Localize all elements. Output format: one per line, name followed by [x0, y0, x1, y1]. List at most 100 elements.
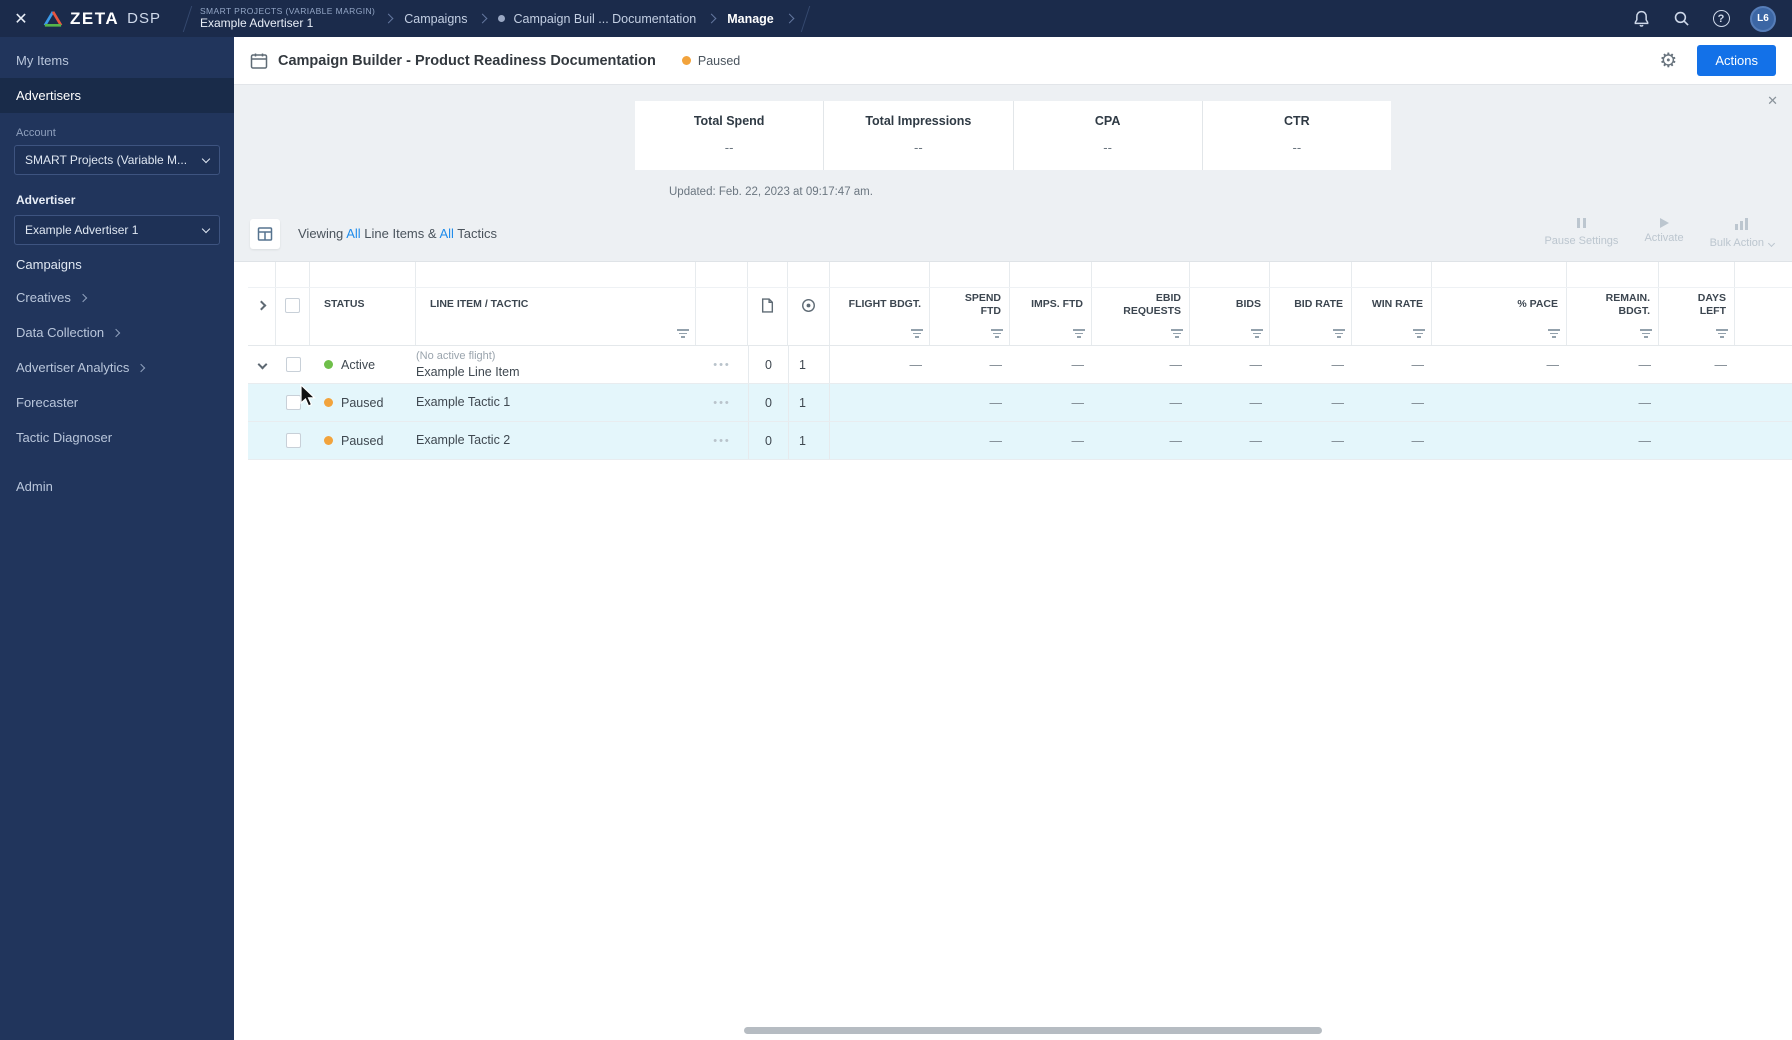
- tactic-name-cell[interactable]: Example Tactic 1: [416, 384, 696, 421]
- bulk-toolbar-actions: Pause Settings Activate Bulk Action: [1544, 218, 1776, 249]
- all-line-items-link[interactable]: All: [346, 226, 360, 241]
- sidebar-item-data-collection[interactable]: Data Collection: [0, 315, 234, 350]
- header-spend-ftd[interactable]: SPEND FTD: [930, 288, 1010, 322]
- breadcrumb-divider: [182, 5, 193, 32]
- zeta-logo[interactable]: ZETA DSP: [42, 9, 175, 29]
- filter-bid-rate[interactable]: [1270, 322, 1352, 345]
- advertiser-select[interactable]: Example Advertiser 1: [14, 215, 220, 245]
- header-bids[interactable]: BIDS: [1190, 288, 1270, 322]
- brand-name: ZETA: [70, 8, 120, 28]
- sidebar-item-campaigns[interactable]: Campaigns: [0, 245, 234, 280]
- sidebar: My Items Advertisers Account SMART Proje…: [0, 37, 234, 1040]
- horizontal-scrollbar[interactable]: [744, 1027, 1322, 1034]
- chevron-down-icon: [201, 154, 211, 163]
- header-line-item-tactic[interactable]: LINE ITEM / TACTIC: [416, 288, 696, 322]
- cell-win-rate: —: [1411, 433, 1425, 448]
- header-row-menu: [696, 288, 748, 322]
- brand-suffix: DSP: [127, 10, 161, 27]
- row-checkbox[interactable]: [276, 346, 310, 383]
- creatives-count-icon[interactable]: [748, 288, 788, 322]
- checkbox-icon: [285, 297, 300, 313]
- line-item-name-cell[interactable]: (No active flight) Example Line Item: [416, 346, 696, 383]
- breadcrumb-account[interactable]: SMART PROJECTS (VARIABLE MARGIN) Example…: [200, 6, 375, 32]
- campaign-status-badge: Paused: [681, 53, 741, 68]
- filter-win-rate[interactable]: [1352, 322, 1432, 345]
- header-bid-rate[interactable]: BID RATE: [1270, 288, 1352, 322]
- header-flight-budget[interactable]: FLIGHT BDGT.: [830, 288, 930, 322]
- filter-imps-ftd[interactable]: [1010, 322, 1092, 345]
- sidebar-item-advertisers[interactable]: Advertisers: [0, 78, 234, 113]
- breadcrumb-advertiser-label: Example Advertiser 1: [199, 16, 314, 31]
- notifications-bell-icon[interactable]: [1630, 8, 1652, 30]
- sidebar-item-creatives[interactable]: Creatives: [0, 280, 234, 315]
- row-checkbox[interactable]: [276, 384, 310, 421]
- cell-ebid-requests: —: [1169, 395, 1183, 410]
- targeting-count[interactable]: 1: [788, 384, 830, 421]
- pause-settings-button[interactable]: Pause Settings: [1544, 218, 1618, 249]
- breadcrumb-campaigns[interactable]: Campaigns: [404, 12, 467, 26]
- row-checkbox[interactable]: [276, 422, 310, 459]
- breadcrumb-campaign[interactable]: Campaign Buil ... Documentation: [498, 12, 696, 26]
- cell-ebid-requests: —: [1169, 433, 1183, 448]
- creatives-count[interactable]: 0: [748, 422, 788, 459]
- header-days-left[interactable]: DAYS LEFT: [1659, 288, 1735, 322]
- sidebar-item-my-items[interactable]: My Items: [0, 43, 234, 78]
- filter-bids[interactable]: [1190, 322, 1270, 345]
- row-more-menu[interactable]: •••: [696, 346, 748, 383]
- filter-icon: [991, 329, 1003, 338]
- gear-icon[interactable]: ⚙: [1659, 51, 1677, 71]
- filter-ebid-requests[interactable]: [1092, 322, 1190, 345]
- header-win-rate[interactable]: WIN RATE: [1352, 288, 1432, 322]
- header-imps-ftd[interactable]: IMPS. FTD: [1010, 288, 1092, 322]
- column-settings-button[interactable]: [250, 218, 280, 249]
- search-icon[interactable]: [1670, 8, 1692, 30]
- sidebar-item-tactic-diagnoser[interactable]: Tactic Diagnoser: [0, 420, 234, 455]
- filter-line-item[interactable]: [416, 322, 696, 345]
- header-pct-pace[interactable]: % PACE: [1432, 288, 1567, 322]
- tactic-name: Example Tactic 1: [416, 395, 511, 410]
- tactic-name-cell[interactable]: Example Tactic 2: [416, 422, 696, 459]
- expand-all-toggle[interactable]: [248, 288, 276, 322]
- chevron-right-icon: [478, 13, 488, 24]
- account-select[interactable]: SMART Projects (Variable M...: [14, 145, 220, 175]
- select-all-checkbox[interactable]: [276, 288, 310, 322]
- checkbox-icon: [285, 433, 301, 448]
- help-icon[interactable]: ?: [1710, 8, 1732, 30]
- sidebar-item-advertiser-analytics[interactable]: Advertiser Analytics: [0, 350, 234, 385]
- sidebar-item-admin[interactable]: Admin: [0, 469, 234, 504]
- filter-icon: [1640, 329, 1652, 338]
- activate-button[interactable]: Activate: [1644, 218, 1684, 249]
- header-ebid-requests[interactable]: EBID REQUESTS: [1092, 288, 1190, 322]
- targeting-count[interactable]: 1: [788, 422, 830, 459]
- actions-button[interactable]: Actions: [1697, 45, 1776, 76]
- filter-flight-budget[interactable]: [830, 322, 930, 345]
- line-items-table: STATUS LINE ITEM / TACTIC FLIGHT BDGT. S…: [234, 261, 1792, 1040]
- bulk-action-button[interactable]: Bulk Action: [1710, 218, 1776, 249]
- stats-close-icon[interactable]: ✕: [1767, 93, 1778, 109]
- header-remaining-budget[interactable]: REMAIN. BDGT.: [1567, 288, 1659, 322]
- main-content: Campaign Builder - Product Readiness Doc…: [234, 37, 1792, 1040]
- filter-remaining-budget[interactable]: [1567, 322, 1659, 345]
- creatives-count[interactable]: 0: [748, 384, 788, 421]
- filter-spend-ftd[interactable]: [930, 322, 1010, 345]
- campaign-status-text: Paused: [697, 53, 741, 68]
- user-avatar[interactable]: L6: [1750, 5, 1776, 32]
- close-icon[interactable]: ✕: [0, 0, 42, 37]
- sidebar-item-forecaster[interactable]: Forecaster: [0, 385, 234, 420]
- cell-spend-ftd: —: [989, 433, 1003, 448]
- row-more-menu[interactable]: •••: [696, 384, 748, 421]
- targeting-count[interactable]: 1: [788, 346, 830, 383]
- row-expander[interactable]: [248, 346, 276, 383]
- stat-value: --: [1292, 140, 1302, 155]
- cell-pct-pace: —: [1546, 357, 1560, 372]
- filter-pct-pace[interactable]: [1432, 322, 1567, 345]
- all-tactics-link[interactable]: All: [439, 226, 453, 241]
- targeting-count-icon[interactable]: [788, 288, 830, 322]
- filter-days-left[interactable]: [1659, 322, 1735, 345]
- creatives-count[interactable]: 0: [748, 346, 788, 383]
- cell-ebid-requests: —: [1169, 357, 1183, 372]
- breadcrumb-manage[interactable]: Manage: [727, 12, 774, 26]
- header-status[interactable]: STATUS: [310, 288, 416, 322]
- row-more-menu[interactable]: •••: [696, 422, 748, 459]
- cell-flight-budget: [830, 384, 930, 421]
